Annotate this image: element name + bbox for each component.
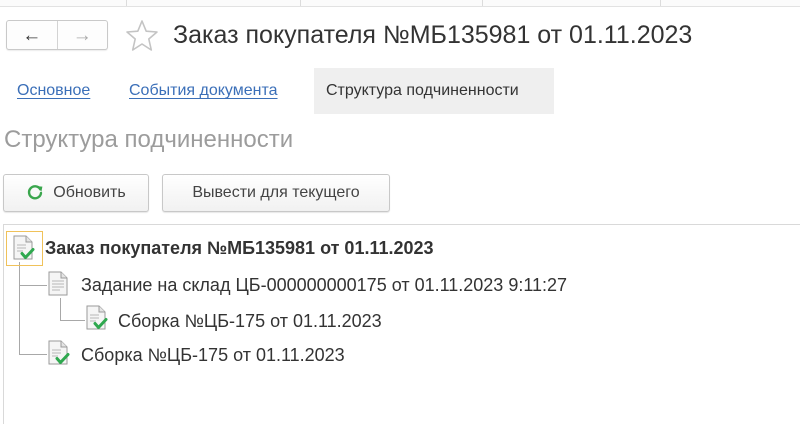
refresh-button-label: Обновить [53, 184, 126, 201]
tree-node-label[interactable]: Заказ покупателя №МБ135981 от 01.11.2023 [45, 236, 434, 260]
arrow-left-icon: ← [22, 24, 42, 46]
section-title: Структура подчиненности [4, 126, 294, 153]
top-strip-divider [660, 0, 661, 6]
tree-connector-line [19, 262, 20, 354]
tree-connector-line [19, 354, 47, 355]
tab-main[interactable]: Основное [17, 68, 90, 114]
navigation-buttons: ← → [6, 20, 108, 50]
tree-connector-line [60, 298, 61, 320]
top-strip-divider [482, 0, 483, 6]
arrow-right-icon: → [72, 24, 92, 46]
tab-subordination-structure[interactable]: Структура подчиненности [314, 68, 554, 114]
tree-node-label[interactable]: Сборка №ЦБ-175 от 01.11.2023 [81, 343, 345, 367]
tab-document-events[interactable]: События документа [129, 68, 278, 114]
tree-node-label[interactable]: Сборка №ЦБ-175 от 01.11.2023 [118, 309, 382, 333]
tree-connector-line [60, 320, 85, 321]
show-for-current-button-label: Вывести для текущего [192, 184, 360, 201]
top-strip-divider [126, 0, 127, 6]
tree-node-label[interactable]: Задание на склад ЦБ-000000000175 от 01.1… [81, 273, 567, 297]
document-icon[interactable] [46, 271, 70, 297]
forward-button[interactable]: → [58, 21, 108, 49]
top-strip-divider [300, 0, 301, 6]
document-posted-icon[interactable] [11, 235, 35, 261]
document-posted-icon[interactable] [84, 305, 108, 331]
show-for-current-button[interactable]: Вывести для текущего [162, 174, 390, 212]
document-title: Заказ покупателя №МБ135981 от 01.11.2023 [173, 21, 693, 49]
back-button[interactable]: ← [7, 21, 58, 49]
refresh-button[interactable]: Обновить [3, 174, 149, 212]
document-posted-icon[interactable] [46, 340, 70, 366]
top-strip [0, 0, 800, 7]
tree-connector-line [19, 285, 47, 286]
star-outline-icon[interactable] [124, 18, 160, 54]
refresh-icon [28, 185, 43, 200]
